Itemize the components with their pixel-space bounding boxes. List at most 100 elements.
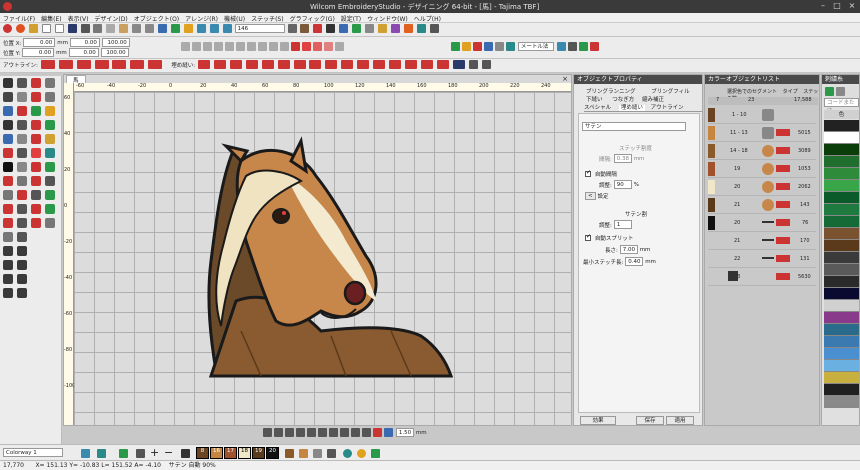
pos-y-field[interactable]: 0.00 — [22, 48, 55, 57]
satin-adjust-field[interactable]: 1 — [613, 220, 632, 229]
select-arrow-icon[interactable] — [3, 78, 13, 88]
measure-unit-select[interactable]: メートル法 — [517, 42, 554, 51]
trim-icon[interactable] — [45, 176, 55, 186]
color-swatch-16[interactable]: 16 — [210, 447, 223, 459]
thread-swatch[interactable] — [824, 360, 859, 372]
height-field[interactable]: 0.00 — [68, 48, 99, 57]
mirror-merge-icon[interactable] — [17, 190, 27, 200]
thread-swatch[interactable] — [824, 336, 859, 348]
paste-icon[interactable] — [119, 24, 129, 33]
bitmap-icon[interactable] — [45, 134, 55, 144]
shape-icon[interactable] — [484, 42, 493, 51]
group-icon[interactable] — [269, 42, 278, 51]
remove-overlap-icon[interactable] — [17, 176, 27, 186]
stitch-edit-icon[interactable] — [3, 218, 13, 228]
color-swatch-icon[interactable] — [45, 106, 55, 116]
scale-tool-icon[interactable] — [45, 92, 55, 102]
fill-stipple-icon[interactable] — [325, 60, 338, 69]
node-icon[interactable] — [567, 42, 577, 51]
fill-user-split-icon[interactable] — [405, 60, 417, 69]
redo-icon[interactable] — [145, 24, 155, 33]
tatami-icon[interactable] — [302, 42, 311, 51]
branch-icon[interactable] — [451, 42, 460, 51]
align-left-icon[interactable] — [181, 42, 190, 51]
thread-tshirt-icon[interactable] — [97, 449, 106, 458]
heart-icon[interactable] — [473, 42, 482, 51]
anchor-icon[interactable] — [17, 246, 27, 256]
guide-icon[interactable] — [17, 232, 27, 242]
fill-cross-icon[interactable] — [293, 60, 306, 69]
knife-icon[interactable] — [45, 78, 55, 88]
thread-swatch[interactable] — [824, 312, 859, 324]
palette-menu-icon[interactable] — [836, 87, 845, 96]
color-icon[interactable] — [403, 24, 413, 33]
view-color-icon[interactable] — [373, 428, 382, 437]
palette-add-icon[interactable] — [825, 87, 834, 96]
polygon-tool-icon[interactable] — [45, 148, 55, 158]
polygon-select-icon[interactable] — [17, 78, 27, 88]
fill-contour-icon[interactable] — [245, 60, 258, 69]
save-button[interactable]: 保存 — [636, 416, 664, 425]
bling-icon[interactable] — [45, 204, 55, 214]
outline-satin-icon[interactable] — [112, 60, 127, 69]
spool-view-icon[interactable] — [313, 449, 322, 458]
pos-x-field[interactable]: 0.00 — [23, 38, 56, 47]
circle-tool-icon[interactable] — [3, 148, 13, 158]
star-icon[interactable] — [462, 42, 471, 51]
break-apart-icon[interactable] — [3, 190, 13, 200]
cross-stitch-icon[interactable] — [17, 204, 27, 214]
show-stitches-icon[interactable] — [313, 24, 323, 33]
pattern-icon[interactable] — [313, 42, 322, 51]
close-button[interactable]: × — [845, 1, 859, 12]
measure-icon[interactable] — [3, 232, 13, 242]
fill-trapunto-icon[interactable] — [357, 60, 370, 69]
applique-tool-icon[interactable] — [3, 162, 13, 172]
thread-swatch[interactable] — [824, 324, 859, 336]
weld-icon[interactable] — [31, 176, 41, 186]
settings-expander[interactable]: < — [585, 192, 596, 200]
view-outline-icon[interactable] — [307, 428, 316, 437]
fill-raised-icon[interactable] — [436, 60, 449, 69]
view-3d-icon[interactable] — [384, 428, 393, 437]
open-folder-icon[interactable] — [28, 24, 38, 33]
thread-swatch[interactable] — [824, 216, 859, 228]
point-select-icon[interactable] — [3, 92, 13, 102]
print-icon[interactable] — [80, 24, 90, 33]
close-doc-icon[interactable]: × — [562, 75, 568, 83]
layout-icon[interactable] — [335, 42, 344, 51]
trace-tool-icon[interactable] — [31, 92, 41, 102]
color-swatch-18[interactable]: 18 — [238, 447, 251, 459]
grid-icon[interactable] — [339, 24, 349, 33]
thread-swatch[interactable] — [824, 348, 859, 360]
fill-holes-icon[interactable] — [3, 176, 13, 186]
fill-radial-icon[interactable] — [261, 60, 274, 69]
minimize-button[interactable]: – — [816, 1, 830, 12]
fill-flexi-icon[interactable] — [420, 60, 433, 69]
thread-swatch[interactable] — [824, 372, 859, 384]
rectangle-tool-icon[interactable] — [17, 148, 27, 158]
view-grid-icon[interactable] — [285, 428, 294, 437]
wreath-icon[interactable] — [45, 190, 55, 200]
auto-start-end-icon[interactable] — [17, 218, 27, 228]
color-swatch-20[interactable]: 20 — [266, 447, 279, 459]
outline-triple-icon[interactable] — [58, 60, 73, 69]
offset-tool-icon[interactable] — [45, 162, 55, 172]
thread-swatch[interactable] — [824, 288, 859, 300]
length-field[interactable]: 7.00 — [619, 245, 638, 254]
list-item[interactable]: 22 131 — [708, 250, 816, 268]
layer-up-icon[interactable] — [3, 288, 13, 298]
stitch-angle-icon[interactable] — [468, 60, 478, 69]
thread-swatch[interactable] — [824, 300, 859, 312]
outline-blanket-icon[interactable] — [148, 60, 163, 69]
thread-swatch[interactable] — [824, 228, 859, 240]
spool-icon[interactable] — [416, 24, 426, 33]
reshape-tool-icon[interactable] — [31, 78, 41, 88]
thread-search-input[interactable]: コードまたは — [824, 98, 859, 114]
hole-tool-icon[interactable] — [17, 162, 27, 172]
blackwork-icon[interactable] — [3, 204, 13, 214]
min-stitch-field[interactable]: 0.40 — [625, 257, 644, 266]
color-swatch-19[interactable]: 19 — [252, 447, 265, 459]
scale-x-field[interactable]: 100.00 — [101, 38, 130, 47]
outline-backstitch-icon[interactable] — [76, 60, 91, 69]
thread-chart-icon[interactable] — [371, 449, 380, 458]
